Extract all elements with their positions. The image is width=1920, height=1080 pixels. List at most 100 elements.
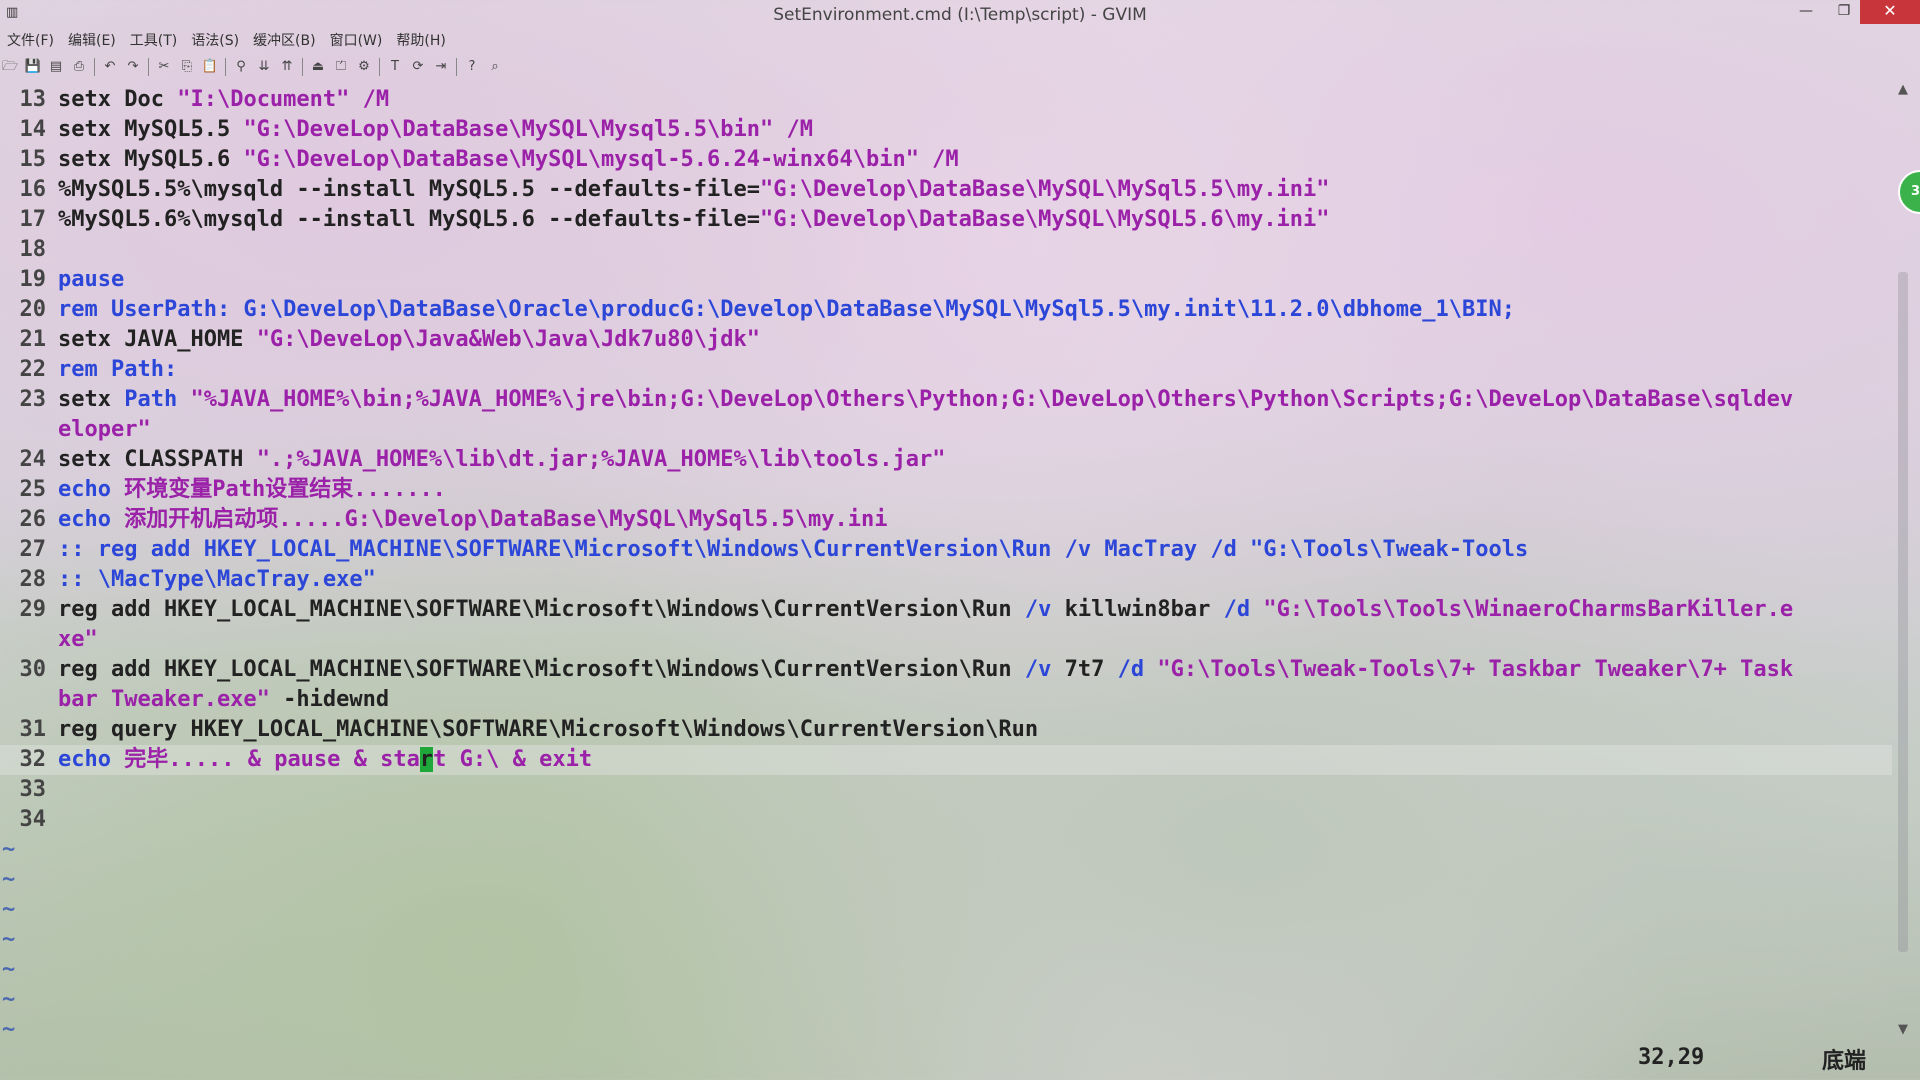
cut-icon[interactable]: ✂ bbox=[154, 57, 174, 77]
line-text: rem UserPath: G:\DeveLop\DataBase\Oracle… bbox=[58, 295, 1892, 325]
code-token: echo bbox=[58, 477, 125, 502]
code-token: "G:\Tools\Tools\WinaeroCharmsBarKiller.e bbox=[1263, 597, 1794, 622]
run-ctags-icon[interactable]: ⟳ bbox=[408, 57, 428, 77]
copy-icon[interactable]: ⎘ bbox=[177, 57, 197, 77]
code-line[interactable]: 15 setx MySQL5.6 "G:\DeveLop\DataBase\MyS… bbox=[0, 145, 1892, 175]
code-line[interactable]: 17 %MySQL5.6%\mysqld --install MySQL5.6 -… bbox=[0, 205, 1892, 235]
menu-file[interactable]: 文件(F) bbox=[0, 30, 61, 52]
code-token: bar Tweaker.exe" bbox=[58, 687, 284, 712]
code-token: setx MySQL5.5 bbox=[58, 117, 244, 142]
menu-syntax[interactable]: 语法(S) bbox=[184, 30, 246, 52]
open-icon[interactable]: 🗁 bbox=[0, 57, 20, 77]
code-token: %MySQL5.6%\mysqld --install MySQL5.6 --d… bbox=[58, 207, 760, 232]
code-line[interactable]: 14 setx MySQL5.5 "G:\DeveLop\DataBase\MyS… bbox=[0, 115, 1892, 145]
line-text: echo 环境变量Path设置结束....... bbox=[58, 475, 1892, 505]
jump-tag-icon[interactable]: ⇥ bbox=[431, 57, 451, 77]
line-text: setx CLASSPATH ".;%JAVA_HOME%\lib\dt.jar… bbox=[58, 445, 1892, 475]
undo-icon[interactable]: ↶ bbox=[100, 57, 120, 77]
code-token: "G:\Develop\DataBase\MySQL\MySql5.5\my.i… bbox=[760, 177, 1330, 202]
code-line[interactable]: 16 %MySQL5.5%\mysqld --install MySQL5.5 -… bbox=[0, 175, 1892, 205]
run-script-icon[interactable]: ⚙ bbox=[354, 57, 374, 77]
line-text: echo 完毕..... & pause & start G:\ & exit bbox=[58, 745, 1892, 775]
menu-help[interactable]: 帮助(H) bbox=[389, 30, 452, 52]
code-line[interactable]: 27:: reg add HKEY_LOCAL_MACHINE\SOFTWARE… bbox=[0, 535, 1892, 565]
code-token: setx CLASSPATH bbox=[58, 447, 257, 472]
line-number: 20 bbox=[19, 297, 47, 322]
find-next-icon[interactable]: ⇊ bbox=[254, 57, 274, 77]
code-line[interactable]: eloper" bbox=[0, 415, 1892, 445]
load-session-icon[interactable]: ⏏ bbox=[308, 57, 328, 77]
save-icon[interactable]: 💾 bbox=[23, 57, 43, 77]
code-line[interactable]: 32 echo 完毕..... & pause & start G:\ & exi… bbox=[0, 745, 1892, 775]
code-token: "G:\Develop\DataBase\MySQL\MySQL5.6\my.i… bbox=[760, 207, 1330, 232]
code-line[interactable]: 23 setx Path "%JAVA_HOME%\bin;%JAVA_HOME%… bbox=[0, 385, 1892, 415]
redo-icon[interactable]: ↷ bbox=[123, 57, 143, 77]
code-line[interactable]: 33 bbox=[0, 775, 1892, 805]
code-line[interactable]: 25 echo 环境变量Path设置结束....... bbox=[0, 475, 1892, 505]
save-session-icon[interactable]: ⏍ bbox=[331, 57, 351, 77]
help-icon[interactable]: ? bbox=[462, 57, 482, 77]
code-line[interactable]: 21 setx JAVA_HOME "G:\DeveLop\Java&Web\Ja… bbox=[0, 325, 1892, 355]
find-help-icon[interactable]: ⌕ bbox=[485, 57, 505, 77]
code-line[interactable]: bar Tweaker.exe" -hidewnd bbox=[0, 685, 1892, 715]
scroll-up-icon[interactable]: ▲ bbox=[1892, 82, 1914, 102]
code-line[interactable]: 29 reg add HKEY_LOCAL_MACHINE\SOFTWARE\Mi… bbox=[0, 595, 1892, 625]
toolbar-separator bbox=[225, 58, 226, 76]
text-editor[interactable]: 13 setx Doc "I:\Document" /M 14 setx MySQL5… bbox=[0, 85, 1892, 1045]
code-token: killwin8bar bbox=[1064, 597, 1224, 622]
line-number: 15 bbox=[19, 147, 47, 172]
line-number: 24 bbox=[19, 447, 47, 472]
code-line[interactable]: 26 echo 添加开机启动项.....G:\Develop\DataBase\M… bbox=[0, 505, 1892, 535]
code-token: 添加开机启动项.....G:\Develop\DataBase\MySQL\My… bbox=[124, 507, 888, 532]
empty-line-marker: ~ bbox=[2, 867, 16, 892]
line-text: setx MySQL5.5 "G:\DeveLop\DataBase\MySQL… bbox=[58, 115, 1892, 145]
make-icon[interactable]: T bbox=[385, 57, 405, 77]
vertical-scrollbar[interactable]: ▲ ▼ bbox=[1892, 82, 1914, 1042]
close-button[interactable]: ✕ bbox=[1860, 0, 1920, 24]
find-replace-icon[interactable]: ⚲ bbox=[231, 57, 251, 77]
line-number: 28 bbox=[19, 567, 47, 592]
title-bar: ▥ SetEnvironment.cmd (I:\Temp\script) - … bbox=[0, 0, 1920, 30]
scroll-thumb[interactable] bbox=[1898, 272, 1908, 952]
line-text: reg add HKEY_LOCAL_MACHINE\SOFTWARE\Micr… bbox=[58, 655, 1892, 685]
code-line[interactable]: 13 setx Doc "I:\Document" /M bbox=[0, 85, 1892, 115]
line-number: 29 bbox=[19, 597, 47, 622]
empty-line-marker: ~ bbox=[2, 987, 16, 1012]
empty-line-marker: ~ bbox=[2, 837, 16, 862]
code-token: /d bbox=[1223, 597, 1264, 622]
code-token: "G:\DeveLop\DataBase\MySQL\Mysql5.5\bin"… bbox=[243, 117, 813, 142]
code-line[interactable]: xe" bbox=[0, 625, 1892, 655]
code-line[interactable]: 28:: \MacType\MacTray.exe" bbox=[0, 565, 1892, 595]
cursor-position: 32,29 bbox=[1638, 1045, 1705, 1070]
line-number: 16 bbox=[19, 177, 47, 202]
paste-icon[interactable]: 📋 bbox=[200, 57, 220, 77]
menu-buffers[interactable]: 缓冲区(B) bbox=[246, 30, 323, 52]
line-number: 26 bbox=[19, 507, 47, 532]
code-line[interactable]: 20 rem UserPath: G:\DeveLop\DataBase\Orac… bbox=[0, 295, 1892, 325]
find-prev-icon[interactable]: ⇈ bbox=[277, 57, 297, 77]
line-number: 18 bbox=[19, 237, 47, 262]
code-line[interactable]: 30 reg add HKEY_LOCAL_MACHINE\SOFTWARE\Mi… bbox=[0, 655, 1892, 685]
menu-edit[interactable]: 编辑(E) bbox=[61, 30, 123, 52]
line-text: %MySQL5.6%\mysqld --install MySQL5.6 --d… bbox=[58, 205, 1892, 235]
empty-line-marker: ~ bbox=[2, 1017, 16, 1042]
menu-bar: 文件(F) 编辑(E) 工具(T) 语法(S) 缓冲区(B) 窗口(W) 帮助(… bbox=[0, 30, 453, 52]
print-icon[interactable]: ⎙ bbox=[69, 57, 89, 77]
code-token: %MySQL5.5%\mysqld --install MySQL5.5 --d… bbox=[58, 177, 760, 202]
code-token: reg query HKEY_LOCAL_MACHINE\SOFTWARE\Mi… bbox=[58, 717, 1039, 742]
line-text: echo 添加开机启动项.....G:\Develop\DataBase\MyS… bbox=[58, 505, 1892, 535]
code-line[interactable]: 18 bbox=[0, 235, 1892, 265]
code-line[interactable]: 19 pause bbox=[0, 265, 1892, 295]
line-number bbox=[0, 415, 58, 445]
menu-window[interactable]: 窗口(W) bbox=[323, 30, 390, 52]
code-line[interactable]: 22 rem Path: bbox=[0, 355, 1892, 385]
line-text: rem Path: bbox=[58, 355, 1892, 385]
menu-tools[interactable]: 工具(T) bbox=[123, 30, 184, 52]
code-token: "I:\Document" /M bbox=[177, 87, 390, 112]
scroll-down-icon[interactable]: ▼ bbox=[1892, 1022, 1914, 1042]
save-all-icon[interactable]: ▤ bbox=[46, 57, 66, 77]
code-line[interactable]: 31 reg query HKEY_LOCAL_MACHINE\SOFTWARE\… bbox=[0, 715, 1892, 745]
line-number: 21 bbox=[19, 327, 47, 352]
code-line[interactable]: 34 bbox=[0, 805, 1892, 835]
code-line[interactable]: 24 setx CLASSPATH ".;%JAVA_HOME%\lib\dt.j… bbox=[0, 445, 1892, 475]
